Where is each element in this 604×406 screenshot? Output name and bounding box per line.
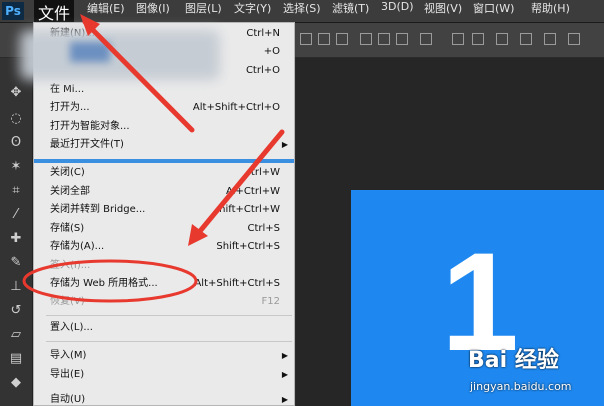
gradient-tool-icon[interactable]: ▤	[5, 348, 27, 370]
distribute-vcenter-icon[interactable]	[452, 33, 464, 45]
stamp-tool-icon[interactable]: ⊥	[5, 276, 27, 298]
menu-filter[interactable]: 滤镜(T)	[328, 0, 373, 22]
menu-view[interactable]: 视图(V)	[420, 0, 466, 22]
menu-item-export[interactable]: 导出(E) ▶	[50, 366, 290, 384]
menu-select[interactable]: 选择(S)	[279, 0, 325, 22]
blur-tool-icon[interactable]: ◆	[5, 372, 27, 394]
menu-item-close[interactable]: 关闭(C) trl+W	[50, 164, 290, 182]
baidu-watermark-url: jingyan.baidu.com	[470, 380, 572, 393]
auto-align-icon[interactable]	[568, 33, 580, 45]
baidu-watermark: Bai 经验	[468, 348, 559, 373]
menu-layer[interactable]: 图层(L)	[181, 0, 226, 22]
menu-help[interactable]: 帮助(H)	[527, 0, 574, 22]
menu-bar: Ps 文件 编辑(E) 图像(I) 图层(L) 文字(Y) 选择(S) 滤镜(T…	[0, 0, 604, 23]
marquee-tool-icon[interactable]: ◌	[5, 108, 27, 130]
menu-item-check-in: 签入(I)...	[50, 260, 91, 271]
menu-item-close-go-bridge[interactable]: 关闭并转到 Bridge... hift+Ctrl+W	[50, 201, 290, 219]
eyedropper-tool-icon[interactable]: ⁄	[5, 204, 27, 226]
menu-separator	[46, 315, 292, 316]
menu-separator	[46, 341, 292, 342]
menu-separator-highlight	[34, 159, 294, 163]
healing-tool-icon[interactable]: ✚	[5, 228, 27, 250]
distribute-right-icon[interactable]	[544, 33, 556, 45]
lasso-tool-icon[interactable]: ʘ	[5, 132, 27, 154]
tools-panel: ✥ ◌ ʘ ✶ ⌗ ⁄ ✚ ✎ ⊥ ↺ ▱ ▤ ◆	[0, 58, 33, 406]
align-vcenter-icon[interactable]	[318, 33, 330, 45]
blurred-region	[20, 30, 220, 80]
menu-item-open-as[interactable]: 打开为... Alt+Shift+Ctrl+O	[50, 99, 290, 117]
distribute-left-icon[interactable]	[496, 33, 508, 45]
blurred-region	[70, 42, 110, 62]
align-bottom-icon[interactable]	[336, 33, 348, 45]
menu-item-save[interactable]: 存储(S) Ctrl+S	[50, 220, 290, 238]
distribute-bottom-icon[interactable]	[472, 33, 484, 45]
menu-item-revert: 恢复(V) F12	[50, 296, 280, 307]
chevron-right-icon: ▶	[281, 395, 288, 404]
distribute-hcenter-icon[interactable]	[520, 33, 532, 45]
menu-window[interactable]: 窗口(W)	[469, 0, 518, 22]
align-left-icon[interactable]	[360, 33, 372, 45]
crop-tool-icon[interactable]: ⌗	[5, 180, 27, 202]
move-tool-icon[interactable]: ✥	[5, 82, 27, 104]
menu-item-save-for-web[interactable]: 存储为 Web 所用格式... Alt+Shift+Ctrl+S	[50, 275, 290, 293]
align-top-icon[interactable]	[300, 33, 312, 45]
menu-3d[interactable]: 3D(D)	[377, 0, 418, 22]
menu-item-close-all[interactable]: 关闭全部 Al+Ctrl+W	[50, 183, 290, 201]
photoshop-logo-icon[interactable]: Ps	[2, 2, 24, 20]
menu-image[interactable]: 图像(I)	[132, 0, 174, 22]
align-right-icon[interactable]	[396, 33, 408, 45]
align-hcenter-icon[interactable]	[378, 33, 390, 45]
distribute-top-icon[interactable]	[420, 33, 432, 45]
menu-item-open-smart-object[interactable]: 打开为智能对象...	[50, 118, 290, 136]
brush-tool-icon[interactable]: ✎	[5, 252, 27, 274]
history-brush-tool-icon[interactable]: ↺	[5, 300, 27, 322]
chevron-right-icon: ▶	[281, 370, 288, 379]
menu-item-save-as[interactable]: 存储为(A)... Shift+Ctrl+S	[50, 238, 290, 256]
chevron-right-icon: ▶	[281, 140, 288, 149]
eraser-tool-icon[interactable]: ▱	[5, 324, 27, 346]
menu-item-open-mini-bridge[interactable]: 在 Mi...	[50, 81, 290, 99]
menu-edit[interactable]: 编辑(E)	[83, 0, 129, 22]
magic-wand-tool-icon[interactable]: ✶	[5, 156, 27, 178]
menu-item-place[interactable]: 置入(L)...	[50, 319, 290, 337]
menu-item-recent-files[interactable]: 最近打开文件(T) ▶	[50, 136, 290, 154]
menu-type[interactable]: 文字(Y)	[230, 0, 275, 22]
menu-file[interactable]: 文件	[34, 0, 75, 23]
menu-item-import[interactable]: 导入(M) ▶	[50, 347, 290, 365]
menu-item-automate[interactable]: 自动(U) ▶	[50, 391, 290, 405]
chevron-right-icon: ▶	[281, 351, 288, 360]
